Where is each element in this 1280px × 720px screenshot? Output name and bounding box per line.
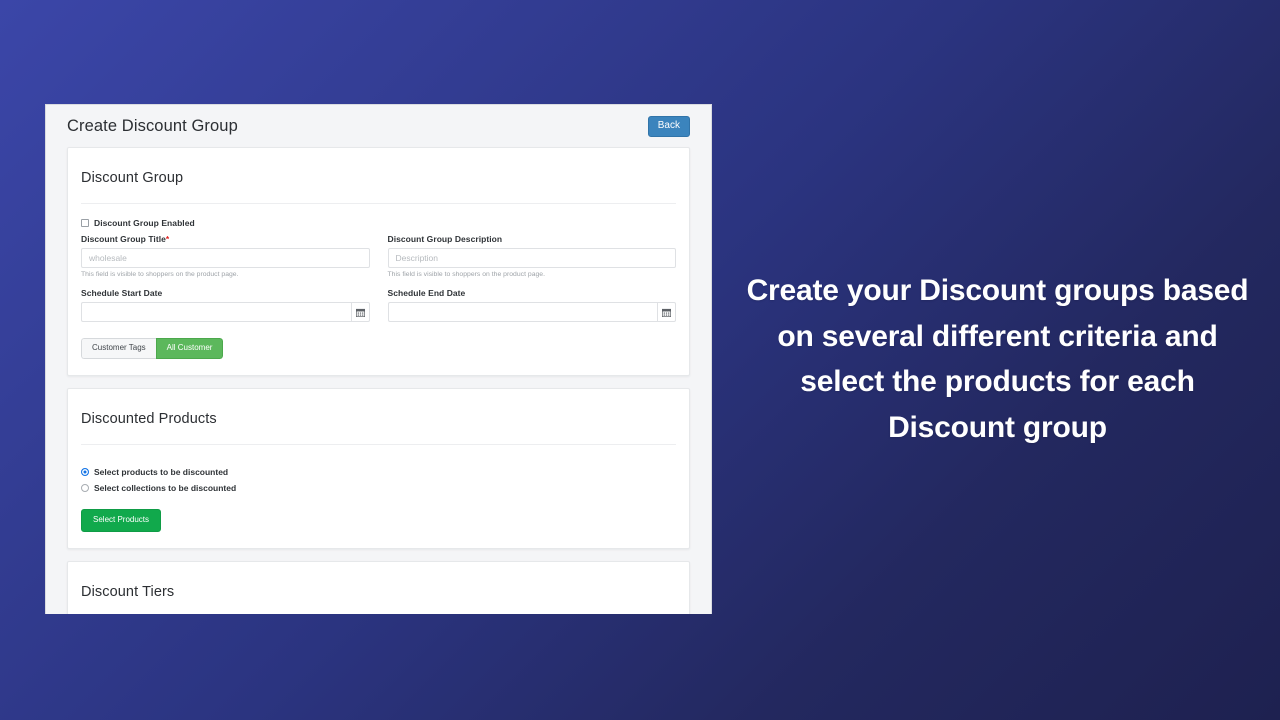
required-marker: * [166,234,169,244]
schedule-start-date-input[interactable] [81,302,351,322]
schedule-end-date-group [388,302,677,322]
discount-group-title-input[interactable] [81,248,370,268]
schedule-start-date-group [81,302,370,322]
discount-group-enabled-row[interactable]: Discount Group Enabled [81,218,676,228]
schedule-start-date-label: Schedule Start Date [81,288,370,298]
discount-tiers-card: Discount Tiers [67,561,690,614]
marketing-headline: Create your Discount groups based on sev… [735,268,1260,450]
back-button[interactable]: Back [648,116,690,137]
calendar-icon [356,308,365,317]
window-body: Discount Group Discount Group Enabled Di… [46,147,711,614]
discount-group-title-field: Discount Group Title* This field is visi… [81,234,370,287]
discounted-products-card-title: Discounted Products [81,389,676,445]
select-products-button[interactable]: Select Products [81,509,161,532]
schedule-end-date-input[interactable] [388,302,658,322]
radio-selected-icon[interactable] [81,468,89,476]
discount-group-title-label-text: Discount Group Title [81,234,166,244]
page-title: Create Discount Group [67,117,238,136]
customer-scope-tabs: Customer Tags All Customer [81,338,223,359]
discount-group-description-field: Discount Group Description This field is… [388,234,677,287]
discounted-products-card: Discounted Products Select products to b… [67,388,690,549]
discount-group-card: Discount Group Discount Group Enabled Di… [67,147,690,376]
schedule-end-date-label: Schedule End Date [388,288,677,298]
discount-group-form-grid: Discount Group Title* This field is visi… [81,234,676,335]
discount-group-description-help: This field is visible to shoppers on the… [388,271,677,278]
radio-option-collections[interactable]: Select collections to be discounted [81,483,676,493]
calendar-icon [662,308,671,317]
schedule-end-date-field: Schedule End Date [388,288,677,334]
schedule-start-date-field: Schedule Start Date [81,288,370,334]
app-screenshot-panel: Create Discount Group Back Discount Grou… [45,104,712,614]
discount-group-title-label: Discount Group Title* [81,234,370,244]
radio-option-products[interactable]: Select products to be discounted [81,467,676,477]
radio-option-products-label: Select products to be discounted [94,467,228,477]
tab-customer-tags[interactable]: Customer Tags [81,338,156,359]
radio-unselected-icon[interactable] [81,484,89,492]
schedule-start-date-picker-button[interactable] [351,302,370,322]
window-header: Create Discount Group Back [46,105,711,147]
checkbox-icon[interactable] [81,219,89,227]
schedule-end-date-picker-button[interactable] [657,302,676,322]
discount-tiers-card-title: Discount Tiers [81,562,676,614]
discount-group-enabled-label: Discount Group Enabled [94,218,195,228]
radio-option-collections-label: Select collections to be discounted [94,483,236,493]
discount-group-card-title: Discount Group [81,148,676,204]
discount-group-description-label: Discount Group Description [388,234,677,244]
tab-all-customer[interactable]: All Customer [156,338,224,359]
discount-group-description-input[interactable] [388,248,677,268]
discount-group-title-help: This field is visible to shoppers on the… [81,271,370,278]
